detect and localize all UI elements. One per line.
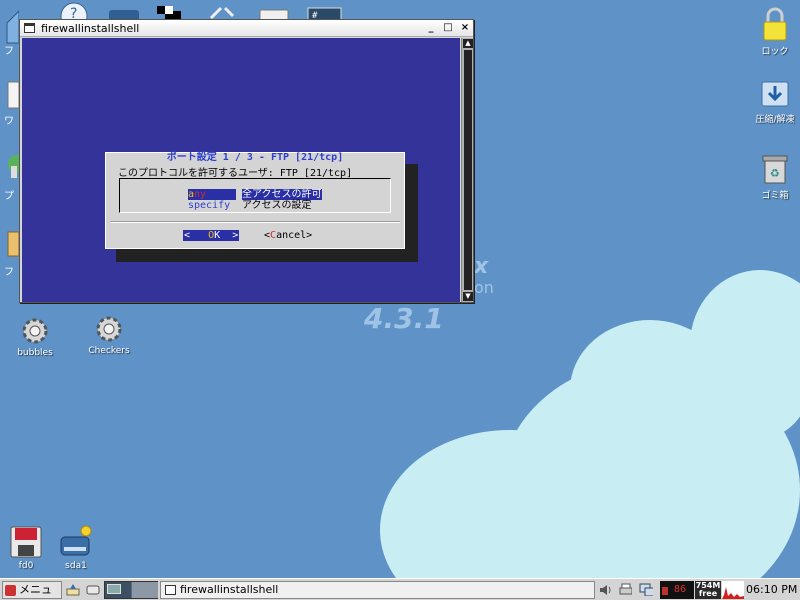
ok-right-bracket: > <box>232 230 239 241</box>
desktop-icon-archive[interactable]: 圧縮/解凍 <box>743 78 800 125</box>
desktop-icon-label: ゴミ箱 <box>761 191 789 201</box>
pager-desktop-1[interactable] <box>105 582 131 598</box>
desktop-icon-label: bubbles <box>17 348 53 358</box>
desktop-pager[interactable] <box>104 581 158 599</box>
desktop-icon-label-clipped: ワ <box>4 116 14 127</box>
lock-icon <box>763 7 787 41</box>
desktop-icon-sda1[interactable]: sda1 <box>44 525 108 571</box>
ok-left-bracket: < <box>184 230 191 241</box>
taskbar: メニュー firewallinstallshell 86 754M free 0… <box>0 578 800 600</box>
svg-text:♻: ♻ <box>770 167 780 180</box>
background-cloud <box>700 330 800 440</box>
ok-button[interactable]: < OK > <box>183 230 240 241</box>
menu-icon <box>5 585 16 596</box>
option-tag: specify <box>188 200 231 211</box>
window-app-icon <box>165 585 176 595</box>
chess-icon[interactable] <box>154 3 188 19</box>
desktop-icon-checkers[interactable]: Checkers <box>77 314 141 356</box>
scroll-up-arrow-icon[interactable]: ▲ <box>463 39 473 48</box>
desktop-icon-label-clipped: フ <box>4 267 14 278</box>
vertical-scrollbar[interactable]: ▲ ▼ <box>461 38 473 302</box>
option-description: アクセスの設定 <box>242 200 312 211</box>
window-app-icon <box>24 23 35 33</box>
minimize-button[interactable]: _ <box>424 21 438 35</box>
gear-icon <box>22 318 48 344</box>
maximize-button[interactable]: □ <box>441 21 455 35</box>
options-listbox[interactable]: any 全アクセスの許可 specify アクセスの設定 <box>119 178 391 213</box>
port-setting-dialog: ポート設定 1 / 3 - FTP [21/tcp] このプロトコルを許可するユ… <box>105 152 405 249</box>
home-folder-icon[interactable] <box>5 5 19 45</box>
terminal-area[interactable]: ポート設定 1 / 3 - FTP [21/tcp] このプロトコルを許可するユ… <box>22 38 460 302</box>
desktop-icon-label: sda1 <box>65 561 87 571</box>
dialog-prompt: このプロトコルを許可するユーザ: FTP [21/tcp] <box>118 168 353 179</box>
keyboard-icon[interactable] <box>258 8 292 19</box>
window-titlebar[interactable]: firewallinstallshell _ □ × <box>20 20 473 37</box>
svg-text:?: ? <box>70 6 77 19</box>
ok-label-rest: K <box>214 230 221 241</box>
terminal-window[interactable]: firewallinstallshell _ □ × ポート設定 1 / 3 -… <box>19 19 474 303</box>
document-icon[interactable] <box>5 80 19 110</box>
cpu-monitor: 86 <box>660 581 694 599</box>
menu-button[interactable]: メニュー <box>2 581 62 600</box>
desktop-logo-subtitle: on <box>474 278 494 297</box>
dialog-title: ポート設定 1 / 3 - FTP [21/tcp] <box>166 152 344 163</box>
tools-icon[interactable] <box>205 6 239 19</box>
desktop-icon-trash[interactable]: ♻ ゴミ箱 <box>743 152 800 201</box>
network-icon[interactable] <box>639 583 653 596</box>
desktop-icon-label-clipped: プ <box>4 191 14 202</box>
svg-text:#: # <box>312 11 318 19</box>
scrollbar-thumb[interactable] <box>464 50 472 290</box>
usb-drive-icon <box>60 525 92 556</box>
speaker-icon[interactable] <box>598 583 612 596</box>
option-specify[interactable]: specify アクセスの設定 <box>188 196 312 211</box>
floppy-disk-icon <box>10 526 42 558</box>
task-button-firewallinstallshell[interactable]: firewallinstallshell <box>160 581 595 599</box>
desktop-logo-fragment: x <box>474 254 489 279</box>
clipboard-icon[interactable] <box>5 228 19 258</box>
help-icon[interactable]: ? <box>56 2 92 19</box>
menu-label: メニュー <box>19 583 52 600</box>
pager-desktop-2[interactable] <box>132 582 158 598</box>
paint-icon[interactable] <box>5 152 19 182</box>
memory-monitor: 754M free <box>695 581 721 599</box>
task-title: firewallinstallshell <box>180 583 279 596</box>
printer-icon[interactable] <box>618 583 632 596</box>
desktop-icon-label: ロック <box>761 47 789 57</box>
close-button[interactable]: × <box>458 21 472 35</box>
desktop-icon-bubbles[interactable]: bubbles <box>3 316 67 358</box>
memory-label: free <box>698 589 718 598</box>
dialog-separator <box>110 221 400 223</box>
cpu-value: 86 <box>674 584 687 595</box>
desktop-icon-label: 圧縮/解凍 <box>755 115 795 125</box>
cancel-label-rest: ancel <box>276 230 307 241</box>
installer-icon[interactable] <box>66 583 80 596</box>
load-graph-icon <box>722 581 744 599</box>
trash-icon: ♻ <box>762 155 788 184</box>
desktop-version-text: 4.3.1 <box>364 302 444 335</box>
desktop-icon-lock[interactable]: ロック <box>743 6 800 57</box>
gear-icon <box>96 316 122 342</box>
terminal-icon[interactable]: # <box>307 7 343 19</box>
desktop-icon-label-clipped: フ <box>4 46 14 57</box>
cancel-button[interactable]: <Cancel> <box>264 230 312 241</box>
scroll-down-arrow-icon[interactable]: ▼ <box>463 292 473 301</box>
desktop-icon-label: Checkers <box>88 346 130 356</box>
window-title: firewallinstallshell <box>41 22 140 35</box>
clock[interactable]: 06:10 PM <box>746 583 797 596</box>
monitor-icon[interactable] <box>107 8 141 19</box>
drive-icon[interactable] <box>86 583 100 596</box>
archive-icon <box>761 81 789 107</box>
cancel-right-bracket: > <box>306 230 313 241</box>
